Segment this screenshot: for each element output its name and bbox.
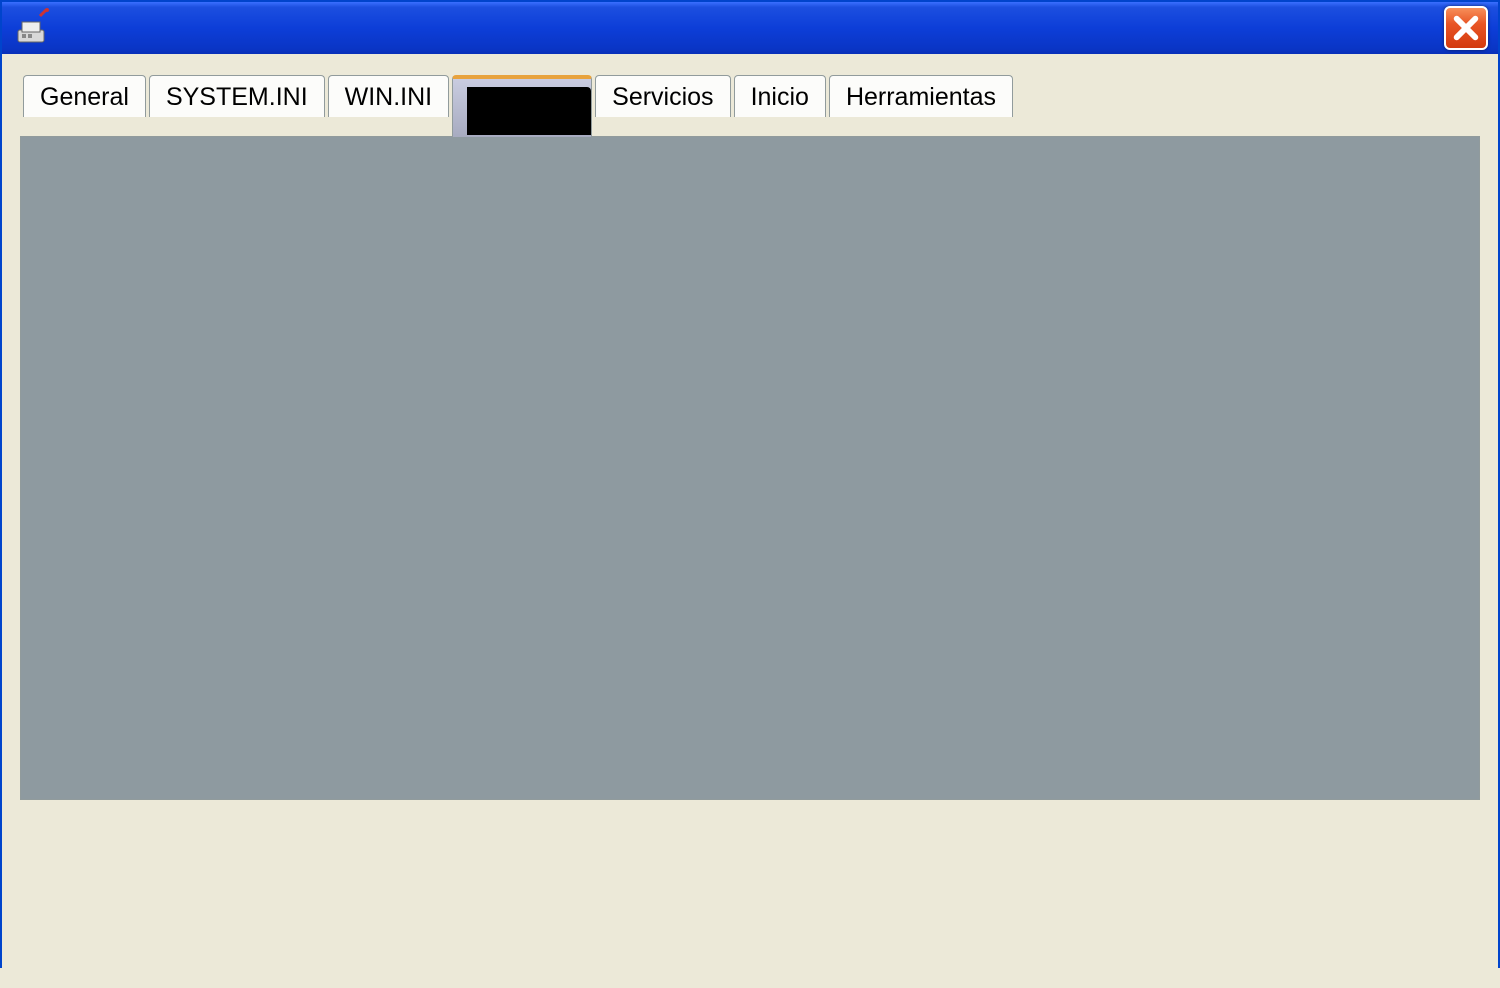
client-area: General SYSTEM.INI WIN.INI Servicios Ini… (2, 54, 1498, 988)
tab-label: General (40, 83, 129, 111)
tab-row: General SYSTEM.INI WIN.INI Servicios Ini… (20, 74, 1480, 136)
application-window: General SYSTEM.INI WIN.INI Servicios Ini… (0, 0, 1500, 968)
tab-label: Inicio (751, 83, 809, 111)
tab-general[interactable]: General (23, 75, 146, 117)
titlebar-left (12, 8, 60, 48)
msconfig-icon (12, 8, 52, 48)
tab-servicios[interactable]: Servicios (595, 75, 730, 117)
close-icon (1452, 14, 1480, 42)
tab-label: WIN.INI (345, 83, 433, 111)
tab-label: SYSTEM.INI (166, 83, 308, 111)
tab-label: Servicios (612, 83, 713, 111)
tab-system-ini[interactable]: SYSTEM.INI (149, 75, 325, 117)
tab-content-panel (20, 136, 1480, 800)
tab-active-redacted[interactable] (452, 75, 592, 137)
close-button[interactable] (1444, 6, 1488, 50)
tab-container: General SYSTEM.INI WIN.INI Servicios Ini… (20, 74, 1480, 800)
tab-label: Herramientas (846, 83, 996, 111)
tab-win-ini[interactable]: WIN.INI (328, 75, 450, 117)
tab-herramientas[interactable]: Herramientas (829, 75, 1013, 117)
titlebar[interactable] (2, 2, 1498, 54)
below-area (20, 800, 1480, 970)
redaction-overlay (467, 87, 591, 135)
tab-inicio[interactable]: Inicio (734, 75, 826, 117)
